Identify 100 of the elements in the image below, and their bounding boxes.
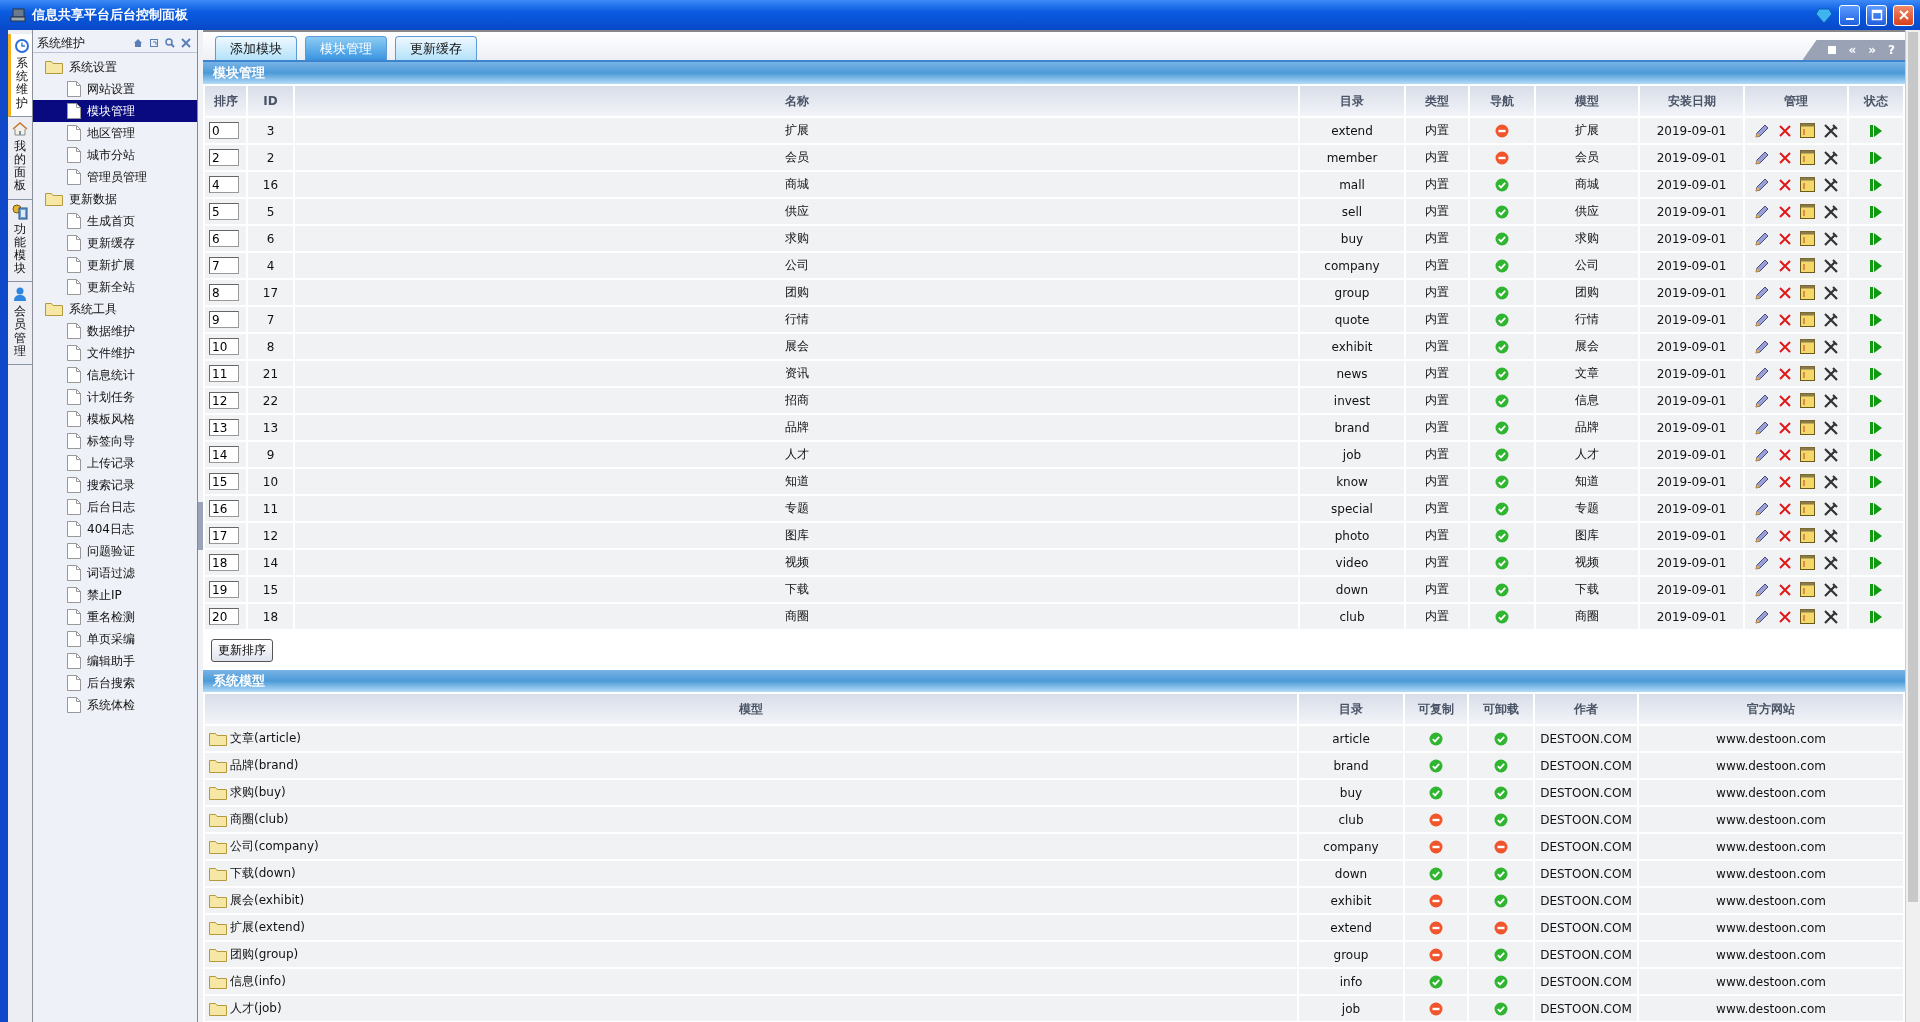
play-icon[interactable] — [1870, 339, 1882, 354]
tree-item[interactable]: 词语过滤 — [33, 562, 197, 584]
tree-item[interactable]: 数据维护 — [33, 320, 197, 342]
tools-icon[interactable] — [1822, 230, 1839, 247]
tree-item[interactable]: 城市分站 — [33, 144, 197, 166]
window-icon[interactable] — [1799, 393, 1815, 408]
delete-icon[interactable] — [1777, 474, 1792, 489]
play-icon[interactable] — [1870, 204, 1882, 219]
pencil-icon[interactable] — [1753, 419, 1770, 436]
play-icon[interactable] — [1870, 258, 1882, 273]
delete-icon[interactable] — [1777, 609, 1792, 624]
check-icon[interactable] — [1495, 555, 1509, 570]
minimize-button[interactable] — [1839, 4, 1860, 26]
tools-icon[interactable] — [1822, 149, 1839, 166]
play-icon[interactable] — [1870, 474, 1882, 489]
pencil-icon[interactable] — [1753, 392, 1770, 409]
tree-item[interactable]: 更新缓存 — [33, 232, 197, 254]
check-icon[interactable] — [1495, 609, 1509, 624]
pencil-icon[interactable] — [1753, 527, 1770, 544]
delete-icon[interactable] — [1777, 204, 1792, 219]
scrollbar[interactable] — [1905, 30, 1920, 1022]
tree-item[interactable]: 管理员管理 — [33, 166, 197, 188]
tree-item[interactable]: 生成首页 — [33, 210, 197, 232]
play-icon[interactable] — [1870, 177, 1882, 192]
tree-item[interactable]: 后台搜索 — [33, 672, 197, 694]
home-icon[interactable] — [133, 38, 143, 48]
tree-folder[interactable]: 更新数据 — [33, 188, 197, 210]
pencil-icon[interactable] — [1753, 338, 1770, 355]
window-icon[interactable] — [1799, 231, 1815, 246]
tree-item[interactable]: 编辑助手 — [33, 650, 197, 672]
check-icon[interactable] — [1495, 366, 1509, 381]
window-icon[interactable] — [1799, 555, 1815, 570]
delete-icon[interactable] — [1777, 366, 1792, 381]
pencil-icon[interactable] — [1753, 176, 1770, 193]
minus-icon[interactable] — [1495, 150, 1509, 165]
window-icon[interactable] — [1799, 204, 1815, 219]
play-icon[interactable] — [1870, 231, 1882, 246]
order-input[interactable]: 14 — [209, 446, 239, 463]
tab[interactable]: 添加模块 — [215, 36, 297, 60]
tools-icon[interactable] — [1822, 446, 1839, 463]
delete-icon[interactable] — [1777, 285, 1792, 300]
play-icon[interactable] — [1870, 447, 1882, 462]
tree-item[interactable]: 计划任务 — [33, 386, 197, 408]
window-icon[interactable] — [1799, 312, 1815, 327]
tools-icon[interactable] — [1822, 554, 1839, 571]
tools-icon[interactable] — [1822, 122, 1839, 139]
check-icon[interactable] — [1495, 312, 1509, 327]
check-icon[interactable] — [1495, 258, 1509, 273]
check-icon[interactable] — [1495, 177, 1509, 192]
side-tab[interactable]: 系统维护 — [8, 34, 32, 117]
window-icon[interactable] — [1799, 447, 1815, 462]
delete-icon[interactable] — [1777, 501, 1792, 516]
tools-icon[interactable] — [1822, 203, 1839, 220]
window-icon[interactable] — [1799, 528, 1815, 543]
order-input[interactable]: 16 — [209, 500, 239, 517]
play-icon[interactable] — [1870, 123, 1882, 138]
tab[interactable]: 更新缓存 — [395, 36, 477, 60]
tree-item[interactable]: 上传记录 — [33, 452, 197, 474]
check-icon[interactable] — [1495, 285, 1509, 300]
tools-icon[interactable] — [1822, 392, 1839, 409]
delete-icon[interactable] — [1777, 582, 1792, 597]
tree-item[interactable]: 重名检测 — [33, 606, 197, 628]
tools-icon[interactable] — [1822, 419, 1839, 436]
search-icon[interactable] — [165, 38, 175, 48]
window-icon[interactable] — [1799, 474, 1815, 489]
check-icon[interactable] — [1495, 501, 1509, 516]
pencil-icon[interactable] — [1753, 473, 1770, 490]
order-input[interactable]: 6 — [209, 230, 239, 247]
order-input[interactable]: 7 — [209, 257, 239, 274]
play-icon[interactable] — [1870, 393, 1882, 408]
order-input[interactable]: 11 — [209, 365, 239, 382]
side-tab[interactable]: 我的面板 — [8, 116, 32, 200]
check-icon[interactable] — [1495, 231, 1509, 246]
window-icon[interactable] — [1799, 339, 1815, 354]
restore-icon[interactable] — [149, 38, 159, 48]
tools-icon[interactable] — [1822, 257, 1839, 274]
check-icon[interactable] — [1495, 420, 1509, 435]
tree-item[interactable]: 网站设置 — [33, 78, 197, 100]
tree-item[interactable]: 后台日志 — [33, 496, 197, 518]
window-icon[interactable] — [1799, 582, 1815, 597]
delete-icon[interactable] — [1777, 231, 1792, 246]
tree-item[interactable]: 404日志 — [33, 518, 197, 540]
window-icon[interactable] — [1799, 258, 1815, 273]
tools-icon[interactable] — [1822, 500, 1839, 517]
check-icon[interactable] — [1495, 204, 1509, 219]
tools-icon[interactable] — [1822, 581, 1839, 598]
tree-item[interactable]: 标签向导 — [33, 430, 197, 452]
order-input[interactable]: 8 — [209, 284, 239, 301]
tree-item[interactable]: 文件维护 — [33, 342, 197, 364]
play-icon[interactable] — [1870, 528, 1882, 543]
pencil-icon[interactable] — [1753, 122, 1770, 139]
delete-icon[interactable] — [1777, 393, 1792, 408]
tools-icon[interactable] — [1822, 365, 1839, 382]
tree-folder[interactable]: 系统工具 — [33, 298, 197, 320]
order-input[interactable]: 5 — [209, 203, 239, 220]
order-input[interactable]: 10 — [209, 338, 239, 355]
pencil-icon[interactable] — [1753, 365, 1770, 382]
window-icon[interactable] — [1799, 150, 1815, 165]
pencil-icon[interactable] — [1753, 230, 1770, 247]
play-icon[interactable] — [1870, 285, 1882, 300]
